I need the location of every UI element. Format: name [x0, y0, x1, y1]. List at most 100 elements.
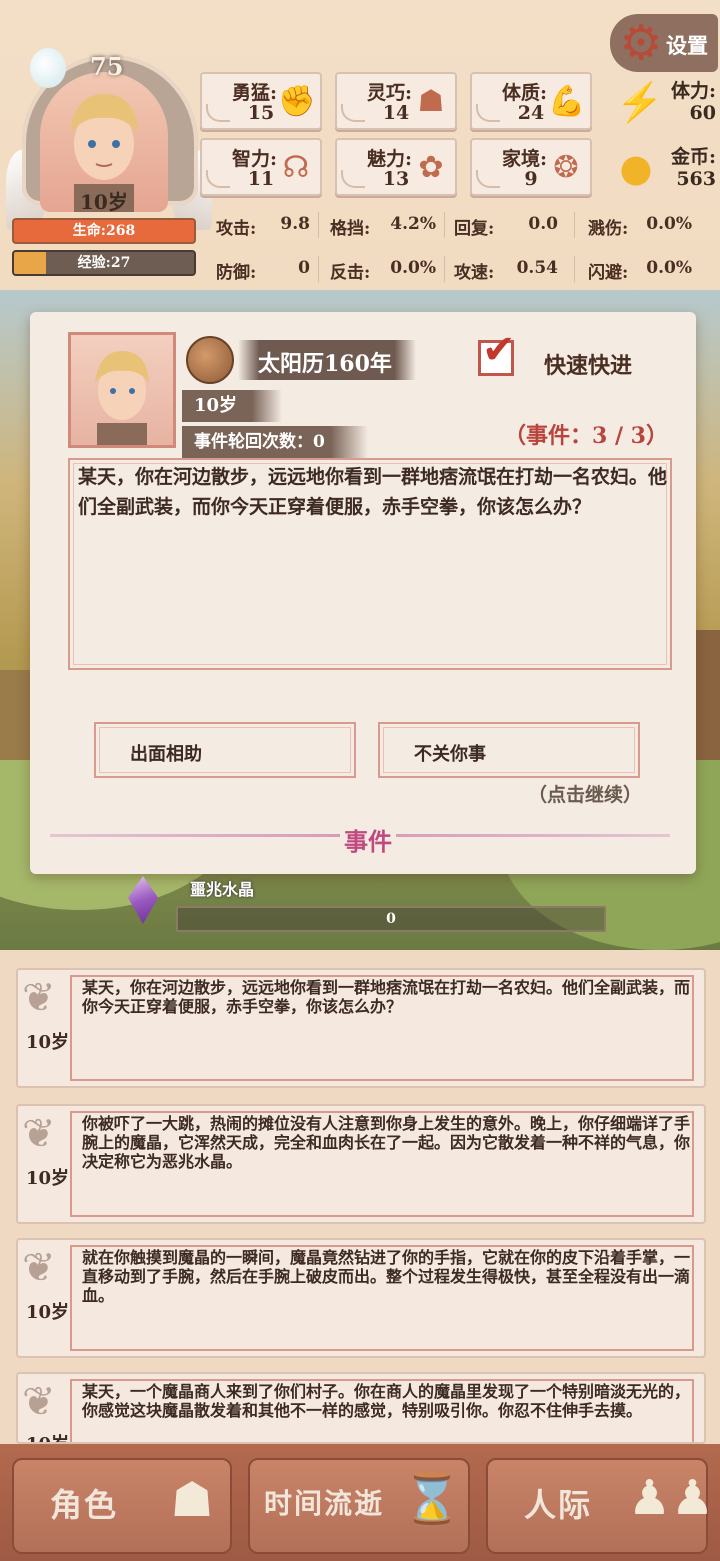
divider	[444, 212, 445, 238]
cloak-icon: ☗	[417, 84, 445, 119]
quick-forward-label[interactable]: 快速快进	[544, 348, 632, 380]
choice-ignore-button[interactable]: 不关你事	[378, 722, 640, 778]
stat-label: 体质:	[502, 82, 548, 104]
attr-value: 0.0%	[390, 258, 436, 278]
coin-icon: ●	[619, 146, 653, 190]
attr-value: 9.8	[280, 214, 310, 234]
character-portrait-icon	[95, 351, 149, 445]
attr-label: 反击:	[330, 263, 371, 283]
stat-label: 智力:	[232, 148, 278, 170]
divider	[318, 256, 319, 282]
crystal-name: 噩兆水晶	[190, 880, 255, 899]
nav-label: 人际	[524, 1486, 593, 1524]
pouch-icon: ❂	[553, 150, 579, 185]
settings-label: 设置	[666, 33, 708, 58]
flower-icon: ✿	[418, 150, 444, 185]
check-icon: ✔	[482, 327, 516, 373]
stat-label: 魅力:	[367, 148, 413, 170]
choice-help-button[interactable]: 出面相助	[94, 722, 356, 778]
attr-label: 回复:	[454, 219, 495, 239]
log-age: 10岁	[26, 1168, 70, 1189]
divider	[574, 212, 575, 238]
divider	[444, 256, 445, 282]
stat-card-charm[interactable]: 魅力: 13 ✿	[335, 138, 457, 196]
xp-bar: 经验:27	[12, 250, 196, 276]
swirl-ornament	[476, 104, 500, 122]
attr-value: 4.2%	[390, 214, 436, 234]
resource-label: 金币:	[670, 146, 716, 168]
attr-label: 攻击:	[216, 219, 257, 239]
event-cycle-count: 事件轮回次数：0	[182, 426, 368, 458]
nav-time-button[interactable]: 时间流逝 ⌛	[248, 1458, 470, 1554]
attr-value: 0.54	[516, 258, 558, 278]
log-text: 你被吓了一大跳，热闹的摊位没有人注意到你身上发生的意外。晚上，你仔细端详了手腕上…	[82, 1114, 691, 1171]
hp-bar: 生命:268	[12, 218, 196, 244]
continue-prompt[interactable]: （点击继续）	[528, 780, 642, 807]
gear-icon: ⚙	[619, 15, 663, 71]
feather-icon: ❦	[22, 1111, 56, 1157]
attr-value: 0.0%	[646, 258, 692, 278]
log-age: 10岁	[26, 1302, 70, 1323]
stat-card-family[interactable]: 家境: 9 ❂	[470, 138, 592, 196]
swirl-ornament	[206, 104, 230, 122]
stat-label: 灵巧:	[367, 82, 413, 104]
seed-icon	[186, 336, 234, 384]
swirl-ornament	[341, 104, 365, 122]
swirl-ornament	[476, 170, 500, 188]
resource-gold: ● 金币: 563	[610, 138, 718, 196]
log-entry[interactable]: ❦ 10岁 你被吓了一大跳，热闹的摊位没有人注意到你身上发生的意外。晚上，你仔细…	[16, 1104, 706, 1224]
log-entry[interactable]: ❦ 10岁 某天，你在河边散步，远远地你看到一群地痞流氓在打劫一名农妇。他们全副…	[16, 968, 706, 1088]
resource-stamina: ⚡ 体力: 60	[610, 72, 718, 130]
nav-label: 时间流逝	[264, 1487, 385, 1520]
log-entry[interactable]: ❦ 10岁 就在你触摸到魔晶的一瞬间，魔晶竟然钻进了你的手指，它就在你的皮下沿着…	[16, 1238, 706, 1358]
stat-card-constitution[interactable]: 体质: 24 💪	[470, 72, 592, 130]
event-footer-label: 事件	[340, 822, 396, 857]
divider	[574, 256, 575, 282]
settings-button[interactable]: ⚙ 设置	[610, 14, 718, 72]
spirit-icon	[30, 48, 66, 88]
event-age: 10岁	[182, 390, 282, 422]
resource-value: 563	[676, 168, 716, 190]
stat-card-courage[interactable]: 勇猛: 15 ✊	[200, 72, 322, 130]
nav-character-button[interactable]: 角色 ☗	[12, 1458, 232, 1554]
log-age: 10岁	[26, 1430, 69, 1442]
resource-value: 60	[689, 102, 716, 124]
log-text: 某天，你在河边散步，远远地你看到一群地痞流氓在打劫一名农妇。他们全副武装，而你今…	[82, 978, 691, 1016]
divider	[318, 212, 319, 238]
log-entry[interactable]: ❦ 10岁 某天，一个魔晶商人来到了你们村子。你在商人的魔晶里发现了一个特别暗淡…	[16, 1372, 706, 1444]
swirl-ornament	[206, 170, 230, 188]
xp-label: 经验:27	[77, 255, 131, 271]
nav-label: 角色	[50, 1486, 119, 1524]
attr-label: 格挡:	[330, 219, 371, 239]
feather-icon: ❦	[22, 975, 56, 1021]
log-text: 就在你触摸到魔晶的一瞬间，魔晶竟然钻进了你的手指，它就在你的皮下沿着手掌，一直移…	[82, 1248, 691, 1305]
player-age: 10岁	[80, 190, 128, 214]
stat-card-intelligence[interactable]: 智力: 11 ☊	[200, 138, 322, 196]
player-level: 75	[90, 52, 124, 81]
choice-label: 出面相助	[130, 744, 202, 765]
attr-label: 闪避:	[588, 263, 629, 283]
people-icon: ♟♟	[628, 1470, 715, 1526]
stat-card-agility[interactable]: 灵巧: 14 ☗	[335, 72, 457, 130]
stat-label: 家境:	[502, 148, 548, 170]
nav-social-button[interactable]: 人际 ♟♟	[486, 1458, 715, 1554]
swirl-ornament	[341, 170, 365, 188]
feather-icon: ❦	[22, 1379, 56, 1425]
resource-label: 体力:	[670, 80, 716, 102]
character-icon: ☗	[170, 1472, 214, 1528]
attr-label: 防御:	[216, 263, 257, 283]
attr-label: 溅伤:	[588, 219, 629, 239]
feather-icon: ❦	[22, 1245, 56, 1291]
xp-bar-fill	[14, 252, 47, 274]
muscle-icon: 💪	[548, 84, 586, 119]
crystal-progress-bar: 0	[176, 906, 606, 932]
attr-value: 0.0%	[646, 214, 692, 234]
fist-icon: ✊	[278, 84, 316, 119]
event-text: 某天，你在河边散步，远远地你看到一群地痞流氓在打劫一名农妇。他们全副武装，而你今…	[78, 466, 668, 518]
event-portrait	[68, 332, 176, 448]
year-text: 太阳历160年	[258, 351, 392, 377]
choice-label: 不关你事	[414, 744, 486, 765]
lightning-icon: ⚡	[616, 80, 664, 124]
attr-label: 攻速:	[454, 263, 495, 283]
event-counter: （事件：3 / 3）	[504, 423, 668, 449]
